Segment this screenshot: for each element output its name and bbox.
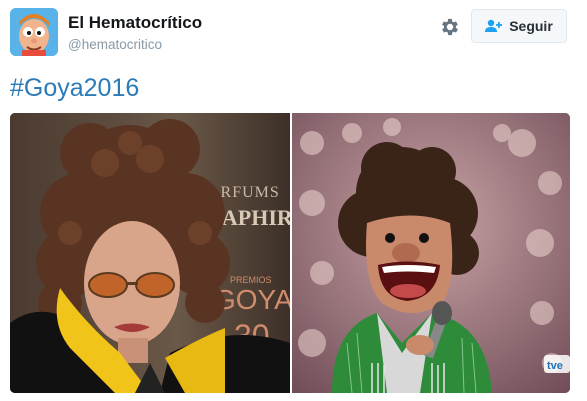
- backdrop-text-4: GOYA: [214, 284, 290, 315]
- red-carpet-photo: ARFUMS DAPHIR PREMIOS GOYA 30: [10, 113, 290, 393]
- tweet-header: El Hematocrítico @hematocritico Seguir: [0, 0, 587, 64]
- tve-watermark: tve: [547, 360, 563, 372]
- hashtag-link[interactable]: #Goya2016: [10, 73, 139, 103]
- display-name[interactable]: El Hematocrítico: [68, 13, 202, 33]
- add-user-icon: [485, 19, 503, 32]
- follow-label: Seguir: [509, 18, 553, 34]
- avatar[interactable]: [10, 8, 58, 56]
- follow-button[interactable]: Seguir: [471, 9, 567, 43]
- photo-right[interactable]: tve: [292, 113, 570, 393]
- author-info[interactable]: El Hematocrítico @hematocritico: [68, 13, 202, 54]
- gear-icon[interactable]: [439, 16, 461, 38]
- cartoon-avatar-icon: [10, 8, 58, 56]
- tweet-media[interactable]: ARFUMS DAPHIR PREMIOS GOYA 30: [10, 113, 570, 393]
- puppet-photo: tve: [292, 113, 570, 393]
- user-handle[interactable]: @hematocritico: [68, 36, 202, 54]
- photo-left[interactable]: ARFUMS DAPHIR PREMIOS GOYA 30: [10, 113, 290, 393]
